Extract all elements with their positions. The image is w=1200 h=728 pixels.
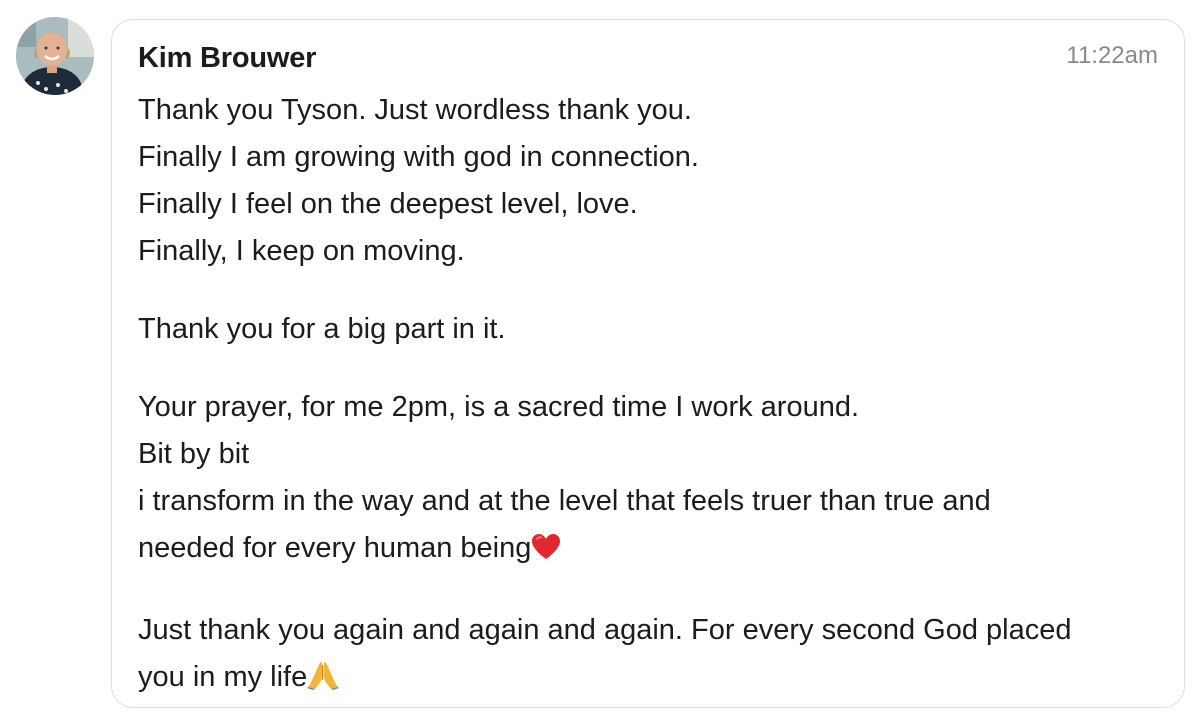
message-line-text: you in my life [138, 661, 308, 693]
message-line-with-icon: needed for every human being [138, 525, 1148, 576]
avatar-photo [16, 17, 94, 95]
message-line: Your prayer, for me 2pm, is a sacred tim… [138, 391, 860, 423]
message-line-text: needed for every human being [138, 532, 532, 564]
message-line: Just thank you again and again and again… [138, 614, 1072, 646]
folded-hands-icon [307, 658, 340, 705]
red-heart-icon [531, 529, 561, 576]
message-line: Finally I am growing with god in connect… [138, 141, 699, 173]
message-bubble[interactable]: Kim Brouwer 11:22am Thank you Tyson. Jus… [111, 19, 1185, 708]
message-paragraph: Your prayer, for me 2pm, is a sacred tim… [138, 384, 1148, 576]
message-line: Thank you Tyson. Just wordless thank you… [138, 94, 692, 126]
message-body: Thank you Tyson. Just wordless thank you… [138, 87, 1148, 705]
message-line: Finally I feel on the deepest level, lov… [138, 188, 638, 220]
message-paragraph: Just thank you again and again and again… [138, 607, 1148, 705]
sender-name[interactable]: Kim Brouwer [138, 42, 316, 75]
message-paragraph: Thank you Tyson. Just wordless thank you… [138, 87, 1148, 275]
message-line: i transform in the way and at the level … [138, 485, 991, 517]
avatar[interactable] [16, 17, 94, 95]
message-paragraph: Thank you for a big part in it. [138, 306, 1148, 353]
message-timestamp: 11:22am [1066, 42, 1158, 69]
message-line-with-icon: you in my life [138, 654, 1148, 705]
chat-view: Kim Brouwer 11:22am Thank you Tyson. Jus… [0, 0, 1200, 728]
message-line: Finally, I keep on moving. [138, 235, 465, 267]
message-line: Bit by bit [138, 438, 250, 470]
message-line: Thank you for a big part in it. [138, 313, 506, 345]
